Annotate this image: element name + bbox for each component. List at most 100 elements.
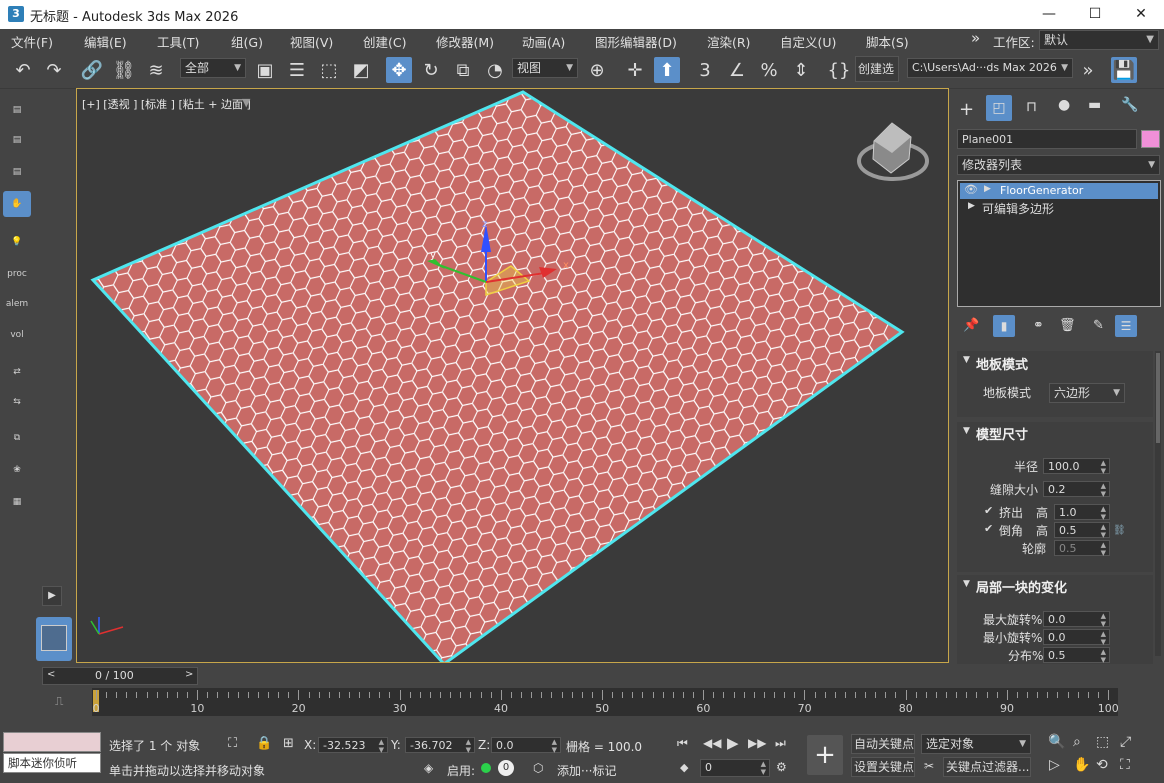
select-by-name-icon[interactable]: ☰ bbox=[284, 57, 310, 83]
absolute-mode-icon[interactable]: ⊞ bbox=[283, 736, 294, 751]
panel-scrollbar[interactable] bbox=[1155, 351, 1161, 656]
bind-space-warp-icon[interactable]: ≋ bbox=[143, 57, 169, 83]
time-tag-icon[interactable]: 0 bbox=[498, 760, 514, 776]
close-button[interactable]: ✕ bbox=[1118, 0, 1164, 29]
workspace-dropdown[interactable]: 默认 ▼ bbox=[1039, 30, 1159, 50]
link-icon[interactable]: 🔗 bbox=[79, 57, 105, 83]
menu-rendering[interactable]: 渲染(R) bbox=[707, 32, 750, 51]
spinner-arrows-icon[interactable]: ▲ ▼ bbox=[1101, 505, 1106, 521]
scene-explorer-a-icon[interactable]: ▤ bbox=[3, 97, 31, 123]
project-path-dropdown[interactable]: C:\Users\Ad···ds Max 2026 ▼ bbox=[907, 58, 1073, 78]
floor-mode-dropdown[interactable]: 六边形 ▼ bbox=[1049, 383, 1125, 403]
expand-icon[interactable]: ▶ bbox=[968, 201, 975, 211]
key-filters-button[interactable]: 关键点过滤器... bbox=[943, 757, 1031, 777]
keyboard-shortcut-override-icon[interactable]: ⬆ bbox=[654, 57, 680, 83]
create-tab-icon[interactable]: + bbox=[959, 99, 974, 120]
select-scale-icon[interactable]: ⧉ bbox=[450, 57, 476, 83]
toolbar-more-icon[interactable]: » bbox=[1075, 57, 1101, 83]
viewport-perspective[interactable]: [+] [透视 ] [标准 ] [粘土 + 边面 ] ▼ z x y bbox=[76, 88, 949, 663]
rollout-title[interactable]: 模型尺寸 bbox=[976, 424, 1028, 443]
tool-e-icon[interactable]: ▦ bbox=[3, 489, 31, 515]
menu-modifiers[interactable]: 修改器(M) bbox=[436, 32, 494, 51]
menu-animation[interactable]: 动画(A) bbox=[522, 32, 565, 51]
set-key-button[interactable]: 设置关键点 bbox=[851, 757, 915, 777]
motion-tab-icon[interactable]: ● bbox=[1058, 97, 1070, 113]
tool-c-icon[interactable]: ⧉ bbox=[3, 425, 31, 451]
lock-icon[interactable]: 🔒 bbox=[256, 736, 272, 751]
expand-icon[interactable]: ▶ bbox=[984, 184, 991, 194]
zoom-extents-icon[interactable]: ⬚ bbox=[1096, 734, 1109, 750]
object-name-input[interactable]: Plane001 bbox=[957, 129, 1137, 149]
extrude-checkbox[interactable]: ✔ bbox=[984, 504, 993, 517]
menu-graph-editors[interactable]: 图形编辑器(D) bbox=[595, 32, 677, 51]
select-move-icon[interactable]: ✥ bbox=[386, 57, 412, 83]
spinner-arrows-icon[interactable]: ▲ ▼ bbox=[1101, 541, 1106, 557]
spinner-arrows-icon[interactable]: ▲ ▼ bbox=[761, 760, 766, 776]
spinner-arrows-icon[interactable]: ▲ ▼ bbox=[1101, 612, 1106, 628]
collapse-icon[interactable]: ▼ bbox=[963, 426, 970, 436]
max-rotation-spinner[interactable]: 0.0 ▲ ▼ bbox=[1043, 611, 1110, 628]
min-rotation-spinner[interactable]: 0.0 ▲ ▼ bbox=[1043, 629, 1110, 646]
minimize-button[interactable]: — bbox=[1026, 0, 1072, 29]
menu-view[interactable]: 视图(V) bbox=[290, 32, 333, 51]
spinner-arrows-icon[interactable]: ▲ ▼ bbox=[1101, 459, 1106, 475]
x-coordinate-field[interactable]: -32.523 ▲ ▼ bbox=[318, 737, 388, 754]
outline-spinner[interactable]: 0.5 ▲ ▼ bbox=[1054, 540, 1110, 557]
distribution-spinner[interactable]: 0.5 ▲ ▼ bbox=[1043, 647, 1110, 664]
undo-icon[interactable]: ↶ bbox=[10, 57, 36, 83]
hierarchy-tab-icon[interactable]: ⊓ bbox=[1026, 99, 1037, 115]
zoom-icon[interactable]: 🔍 bbox=[1048, 734, 1065, 750]
select-paint-icon[interactable]: ✋ bbox=[3, 191, 31, 217]
tool-d-icon[interactable]: ❀ bbox=[3, 457, 31, 483]
previous-frame-icon[interactable]: ◀◀ bbox=[703, 736, 721, 750]
rollout-title[interactable]: 地板模式 bbox=[976, 354, 1028, 373]
pin-stack-icon[interactable]: 📌 bbox=[963, 318, 979, 333]
menu-create[interactable]: 创建(C) bbox=[363, 32, 406, 51]
scrollbar-thumb[interactable] bbox=[1156, 353, 1160, 443]
save-project-icon[interactable]: 💾 bbox=[1111, 57, 1137, 83]
key-filter-icon[interactable]: ✂ bbox=[924, 759, 934, 773]
select-manipulate-icon[interactable]: ✛ bbox=[622, 57, 648, 83]
spinner-snap-icon[interactable]: ⇕ bbox=[788, 57, 814, 83]
play-icon[interactable]: ▶ bbox=[727, 734, 739, 752]
auto-key-button[interactable]: 自动关键点 bbox=[851, 734, 915, 754]
menu-file[interactable]: 文件(F) bbox=[11, 32, 53, 51]
menu-edit[interactable]: 编辑(E) bbox=[84, 32, 127, 51]
alem-button[interactable]: alem bbox=[3, 291, 31, 317]
select-rotate-icon[interactable]: ↻ bbox=[418, 57, 444, 83]
selection-filter-dropdown[interactable]: 全部 ▼ bbox=[180, 58, 246, 78]
z-coordinate-field[interactable]: 0.0 ▲ ▼ bbox=[491, 737, 561, 754]
spinner-arrows-icon[interactable]: ▲ ▼ bbox=[1101, 630, 1106, 646]
orbit-icon[interactable]: ⟲ bbox=[1096, 757, 1108, 773]
redo-icon[interactable]: ↷ bbox=[41, 57, 67, 83]
radius-spinner[interactable]: 100.0 ▲ ▼ bbox=[1043, 458, 1110, 475]
add-time-tag-label[interactable]: 添加···标记 bbox=[557, 762, 616, 779]
field-of-view-icon[interactable]: ▷ bbox=[1049, 757, 1060, 773]
selected-object-dropdown[interactable]: 选定对象 ▼ bbox=[921, 734, 1031, 754]
menu-tools[interactable]: 工具(T) bbox=[157, 32, 199, 51]
next-frame-icon[interactable]: ▶▶ bbox=[748, 736, 766, 750]
show-end-result-icon[interactable]: ▮ bbox=[993, 315, 1015, 337]
reference-coordinate-dropdown[interactable]: 视图 ▼ bbox=[512, 58, 578, 78]
stack-item-floorgenerator[interactable]: 👁 ▶ FloorGenerator bbox=[960, 183, 1158, 199]
modify-tab-icon[interactable]: ◰ bbox=[986, 95, 1012, 121]
vol-button[interactable]: vol bbox=[3, 322, 31, 348]
select-place-icon[interactable]: ◔ bbox=[482, 57, 508, 83]
zoom-extents-all-icon[interactable]: ⤢ bbox=[1120, 734, 1131, 750]
time-slider[interactable]: < 0 / 100 > bbox=[42, 667, 198, 685]
pivot-center-icon[interactable]: ⊕ bbox=[584, 57, 610, 83]
create-selection-set-button[interactable]: 创建选 bbox=[855, 56, 899, 82]
menu-customize[interactable]: 自定义(U) bbox=[780, 32, 836, 51]
spinner-arrows-icon[interactable]: ▲ ▼ bbox=[1101, 648, 1106, 664]
link-toggle-icon[interactable]: ⛓ bbox=[1113, 525, 1126, 536]
rollout-title[interactable]: 局部一块的变化 bbox=[976, 577, 1067, 596]
isolate-icon[interactable]: ⛶ bbox=[228, 736, 237, 751]
menu-more-icon[interactable]: » bbox=[971, 29, 980, 47]
zoom-all-icon[interactable]: ⌕ bbox=[1073, 734, 1081, 750]
list-view-icon[interactable]: ☰ bbox=[1115, 315, 1137, 337]
stack-item-editable-poly[interactable]: ▶ 可编辑多边形 bbox=[960, 200, 1158, 216]
collapse-icon[interactable]: ▼ bbox=[963, 579, 970, 589]
unlink-icon[interactable]: ⛓ bbox=[111, 57, 137, 83]
viewport-layout-button[interactable] bbox=[36, 617, 72, 661]
go-to-start-icon[interactable]: ⏮ bbox=[677, 736, 688, 751]
